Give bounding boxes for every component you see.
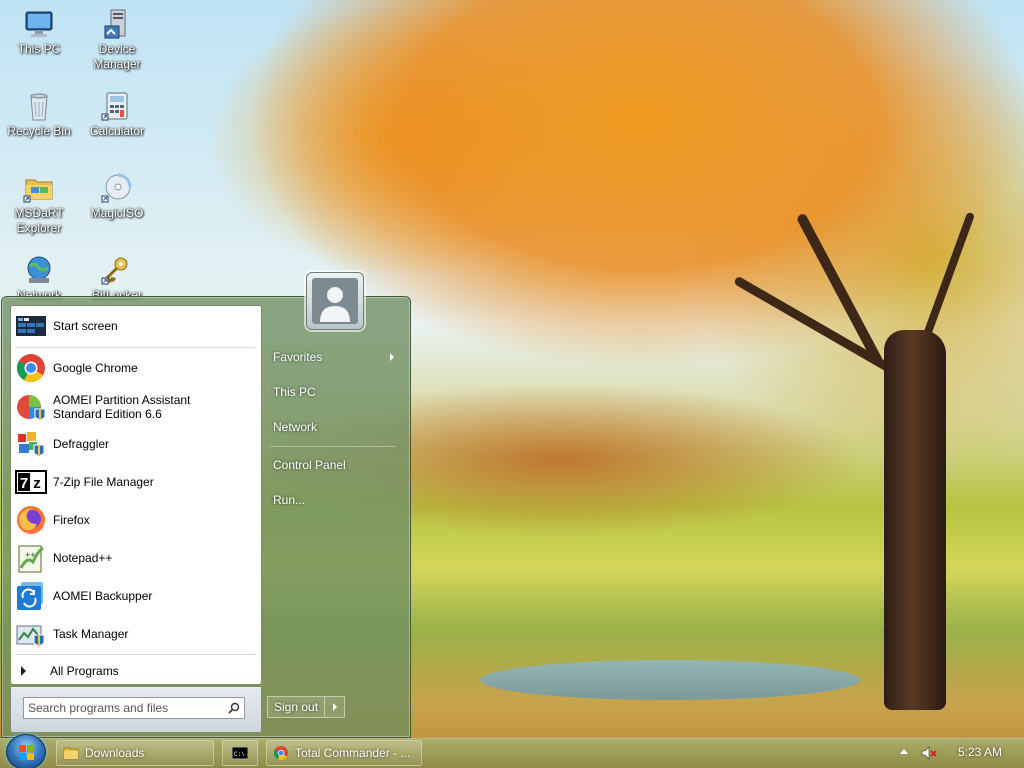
desktop-icon-label: This PC bbox=[17, 42, 61, 56]
program-aomei-backupper[interactable]: AOMEI Backupper bbox=[11, 578, 261, 614]
desktop-icon-device-manager[interactable]: Device Manager bbox=[79, 8, 155, 72]
desktop-icon-magiciso[interactable]: MagicISO bbox=[79, 172, 155, 221]
program-7zip[interactable]: 7 z 7-Zip File Manager bbox=[11, 464, 261, 500]
divider bbox=[15, 347, 255, 348]
start-menu-search-area bbox=[10, 687, 262, 733]
taskbar-button-label: Downloads bbox=[85, 746, 145, 760]
start-item-this-pc[interactable]: This PC bbox=[266, 379, 402, 405]
program-aomei-partition-assistant[interactable]: AOMEI Partition Assistant Standard Editi… bbox=[11, 388, 261, 426]
run-label: Run... bbox=[273, 493, 306, 507]
start-menu-programs-pane: Start screen Google Chrome AOMEI Partiti… bbox=[10, 305, 262, 685]
user-avatar[interactable] bbox=[306, 272, 364, 330]
svg-text:C:\: C:\ bbox=[234, 751, 245, 758]
recycle-bin-icon bbox=[30, 93, 48, 121]
control-panel-label: Control Panel bbox=[273, 458, 346, 472]
taskbar-button-label: Total Commander - ... bbox=[295, 746, 411, 760]
program-label: Notepad++ bbox=[53, 551, 113, 565]
program-google-chrome[interactable]: Google Chrome bbox=[11, 350, 261, 386]
start-screen-icon bbox=[16, 316, 46, 336]
all-programs-button[interactable]: All Programs bbox=[11, 658, 261, 684]
svg-text:z: z bbox=[33, 475, 41, 492]
program-defraggler[interactable]: Defraggler bbox=[11, 426, 261, 462]
chevron-right-icon bbox=[21, 666, 26, 676]
desktop-icon-label: Device Manager bbox=[93, 42, 141, 71]
program-label: AOMEI Partition Assistant Standard Editi… bbox=[53, 393, 191, 421]
windows-logo-icon bbox=[19, 745, 34, 760]
sign-out-options-button[interactable] bbox=[325, 696, 346, 718]
desktop-icon-recycle-bin[interactable]: Recycle Bin bbox=[1, 90, 77, 139]
folder-icon bbox=[63, 747, 79, 760]
sign-out-group: Sign out bbox=[267, 696, 346, 718]
search-box bbox=[23, 697, 245, 719]
start-item-control-panel[interactable]: Control Panel bbox=[266, 452, 402, 478]
tray-overflow-icon[interactable] bbox=[900, 749, 908, 754]
start-item-run[interactable]: Run... bbox=[266, 487, 402, 513]
program-label: 7-Zip File Manager bbox=[53, 475, 154, 489]
divider bbox=[270, 446, 396, 447]
program-notepad-plus-plus[interactable]: ++ Notepad++ bbox=[11, 540, 261, 576]
desktop-icon-label: Recycle Bin bbox=[7, 124, 71, 138]
notepad-plus-plus-icon: ++ bbox=[18, 545, 44, 573]
desktop-icon-this-pc[interactable]: This PC bbox=[1, 8, 77, 57]
device-manager-icon bbox=[104, 9, 126, 39]
defraggler-icon bbox=[18, 432, 45, 456]
chrome-icon bbox=[274, 746, 288, 760]
aomei-backupper-icon bbox=[17, 582, 43, 610]
program-label: Firefox bbox=[53, 513, 90, 527]
chrome-icon bbox=[17, 354, 45, 382]
program-label: AOMEI Backupper bbox=[53, 589, 153, 603]
desktop-icon-msdart-explorer[interactable]: MSDaRT Explorer bbox=[1, 172, 77, 236]
taskbar-button-downloads[interactable]: Downloads bbox=[56, 740, 214, 766]
program-label: Defraggler bbox=[53, 437, 110, 451]
taskbar-clock[interactable]: 5:23 AM bbox=[958, 745, 1002, 759]
volume-muted-icon[interactable] bbox=[920, 744, 938, 762]
search-input[interactable] bbox=[24, 699, 224, 717]
chevron-right-icon bbox=[332, 703, 337, 711]
program-firefox[interactable]: Firefox bbox=[11, 502, 261, 538]
program-label: Google Chrome bbox=[53, 361, 138, 375]
start-button[interactable] bbox=[6, 734, 46, 768]
start-item-favorites[interactable]: Favorites bbox=[266, 344, 402, 370]
this-pc-label: This PC bbox=[273, 385, 316, 399]
program-start-screen[interactable]: Start screen bbox=[11, 308, 261, 344]
start-item-network[interactable]: Network bbox=[266, 414, 402, 440]
calculator-icon bbox=[101, 92, 128, 121]
svg-text:7: 7 bbox=[20, 475, 28, 492]
computer-icon bbox=[25, 11, 53, 37]
chevron-right-icon bbox=[390, 353, 394, 361]
all-programs-label: All Programs bbox=[50, 664, 119, 678]
network-icon bbox=[27, 256, 51, 283]
folder-icon bbox=[23, 179, 53, 203]
sign-out-label: Sign out bbox=[274, 700, 319, 714]
wallpaper-pond bbox=[480, 660, 860, 700]
user-icon bbox=[320, 287, 350, 322]
key-icon bbox=[101, 257, 128, 285]
disc-icon bbox=[101, 173, 132, 203]
7zip-icon: 7 z bbox=[15, 470, 47, 494]
program-label: Task Manager bbox=[53, 627, 129, 641]
program-label: Start screen bbox=[53, 319, 118, 333]
divider bbox=[15, 654, 255, 655]
favorites-label: Favorites bbox=[273, 350, 323, 364]
taskbar-button-cmd[interactable]: C:\ bbox=[222, 740, 258, 766]
wallpaper-tree-trunk bbox=[884, 330, 946, 710]
desktop-icon-label: Calculator bbox=[89, 124, 145, 138]
search-icon[interactable] bbox=[224, 698, 244, 718]
aomei-partition-icon bbox=[17, 395, 46, 420]
desktop-icon-calculator[interactable]: Calculator bbox=[79, 90, 155, 139]
svg-text:++: ++ bbox=[25, 550, 36, 560]
desktop-icon-label: MagicISO bbox=[90, 206, 144, 220]
cmd-icon: C:\ bbox=[232, 746, 248, 760]
network-label: Network bbox=[273, 420, 318, 434]
sign-out-button[interactable]: Sign out bbox=[267, 696, 326, 718]
desktop-icon-label: MSDaRT Explorer bbox=[14, 206, 64, 235]
firefox-icon bbox=[17, 506, 45, 534]
taskbar-button-total-commander[interactable]: Total Commander - ... bbox=[266, 740, 422, 766]
program-task-manager[interactable]: Task Manager bbox=[11, 616, 261, 652]
task-manager-icon bbox=[16, 625, 45, 646]
